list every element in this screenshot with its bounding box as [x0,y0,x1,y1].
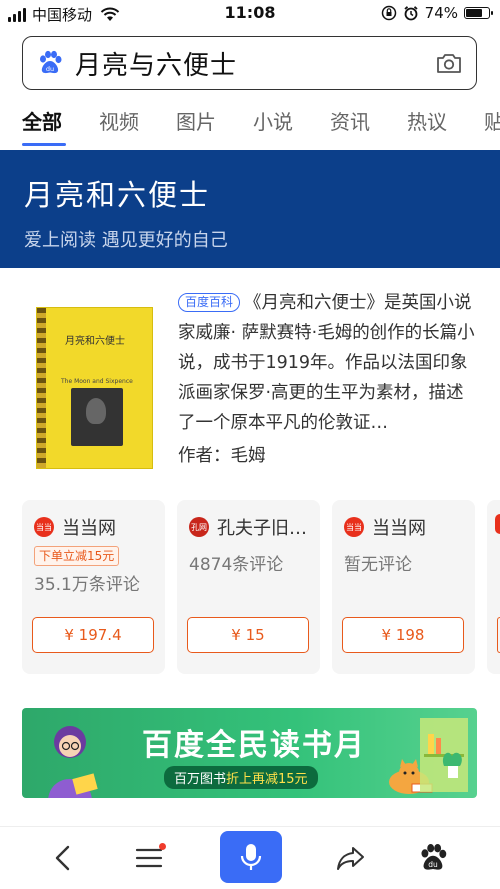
camera-icon[interactable] [436,52,462,74]
menu-button[interactable] [124,833,174,883]
baike-badge: 百度百科 [178,293,241,312]
tab-video[interactable]: 视频 [77,98,154,148]
back-arrow-icon [55,845,70,871]
tab-discussion[interactable]: 热议 [385,98,462,148]
cover-portrait [71,388,123,446]
kongfuzi-logo-icon: 孔网 [189,517,209,537]
battery-icon [464,7,493,19]
share-icon [337,847,364,870]
store-logo-icon [495,514,500,534]
baidu-home-button[interactable]: du [408,833,458,883]
cover-english-title: The Moon and Sixpence [61,378,133,385]
cover-title: 月亮和六便士 [65,336,125,347]
tab-all[interactable]: 全部 [0,98,77,148]
store-header: 当当 当当网 [344,514,465,540]
bottom-navigation: du [0,826,500,889]
promo-subtitle: 百万图书折上再减15元 [164,766,318,789]
price-button[interactable]: ¥ 15 [187,617,309,653]
battery-percent: 74% [424,4,458,22]
dangdang-logo-icon: 当当 [344,517,364,537]
store-name: 当当网 [372,518,426,539]
store-card-kongfuzi[interactable]: 孔网 孔夫子旧… 4874条评论 ¥ 15 [177,500,320,674]
store-header: 当当 当当网 [34,514,155,540]
banner-subtitle: 爱上阅读 遇见更好的自己 [24,230,228,251]
battery-fill [466,9,483,17]
promo-tag: 下单立减15元 [34,546,120,566]
tab-novel[interactable]: 小说 [231,98,308,148]
book-cover-image[interactable]: 月亮和六便士 The Moon and Sixpence [36,307,153,469]
review-count: 35.1万条评论 [34,575,140,595]
svg-text:du: du [46,65,54,73]
tab-tieba[interactable]: 贴 [462,98,500,148]
store-card-dangdang-2[interactable]: 当当 当当网 暂无评论 ¥ 198 [332,500,475,674]
store-name: 孔夫子旧… [217,518,307,539]
share-button[interactable] [326,833,376,883]
review-count: 4874条评论 [189,555,284,575]
menu-icon [135,848,163,868]
promo-sub-a: 百万图书 [174,772,227,787]
banner-title: 月亮和六便士 [24,178,211,212]
microphone-icon [240,844,262,870]
price-button[interactable]: ¥ 197.4 [32,617,154,653]
review-count: 暂无评论 [344,555,412,575]
dangdang-logo-icon: 当当 [34,517,54,537]
baidu-paw-icon: du [40,50,62,74]
tab-news[interactable]: 资讯 [308,98,385,148]
status-right: 74% [381,4,493,22]
store-name: 当当网 [62,518,116,539]
notification-dot [159,843,166,850]
rotation-lock-icon [381,5,396,21]
baidu-logo-icon: du [421,844,447,870]
status-bar: 中国移动 11:08 74% [0,0,500,28]
promo-title: 百度全民读书月 [142,728,366,763]
reader-illustration [48,726,98,798]
alarm-icon [404,6,418,21]
bookshelf-illustration [420,718,468,792]
voice-search-button[interactable] [220,831,282,883]
store-card-partial[interactable] [487,500,500,674]
book-description[interactable]: 百度百科 《月亮和六便士》是英国小说家威廉· 萨默赛特·毛姆的创作的长篇小说，成书… [178,288,480,438]
back-button[interactable] [38,833,88,883]
search-query[interactable]: 月亮与六便士 [75,45,436,82]
description-text: 《月亮和六便士》是英国小说家威廉· 萨默赛特·毛姆的创作的长篇小说，成书于191… [178,293,475,433]
reading-month-banner[interactable]: 百度全民读书月 百万图书折上再减15元 [22,708,477,798]
store-card-dangdang[interactable]: 当当 当当网 下单立减15元 35.1万条评论 ¥ 197.4 [22,500,165,674]
store-header: 孔网 孔夫子旧… [189,514,310,540]
cover-pattern [37,308,46,468]
tab-images[interactable]: 图片 [154,98,231,148]
result-banner[interactable]: 月亮和六便士 爱上阅读 遇见更好的自己 [0,150,500,268]
promo-sub-b: 折上再减15元 [226,772,308,787]
search-input[interactable]: du 月亮与六便士 [22,36,477,90]
price-button[interactable]: ¥ 198 [342,617,464,653]
search-tabs: 全部 视频 图片 小说 资讯 热议 贴 [0,98,500,148]
svg-text:du: du [428,860,438,869]
book-author: 作者：毛姆 [178,446,266,466]
